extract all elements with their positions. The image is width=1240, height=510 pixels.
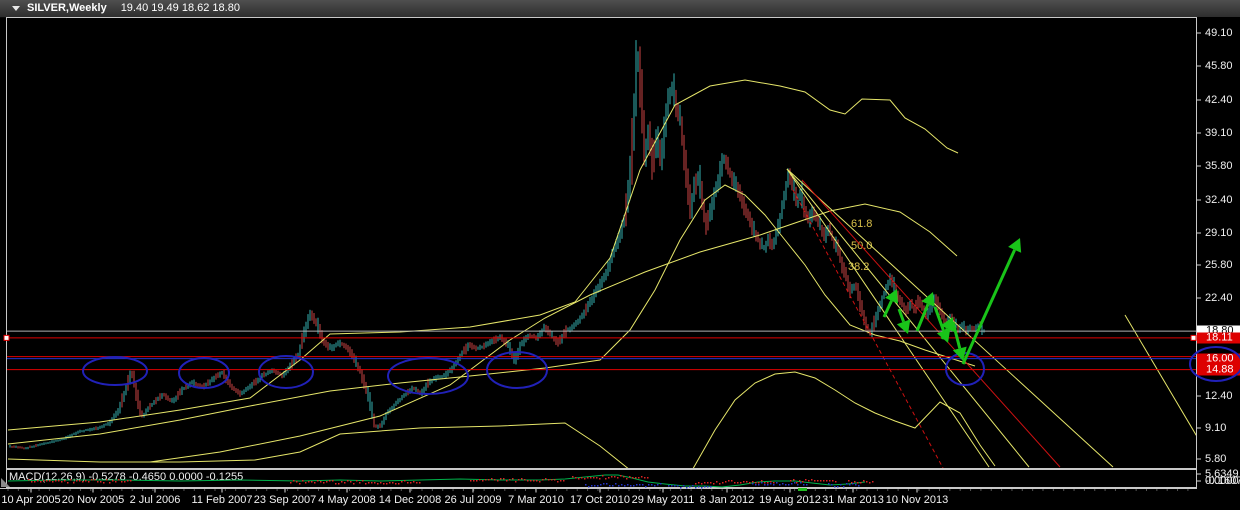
price-tick-label: 35.80 (1205, 160, 1233, 172)
date-tick-label[interactable]: 10 Apr 2005 (1, 494, 60, 506)
fib-level-label: 38.2 (848, 261, 870, 273)
price-level-box: 14.88 (1197, 364, 1240, 376)
date-tick-label[interactable]: 20 Nov 2005 (62, 494, 124, 506)
fib-level-label: 50.0 (851, 240, 873, 252)
price-tick-label: 49.10 (1205, 27, 1233, 39)
chart-canvas[interactable] (0, 0, 1240, 510)
macd-indicator-label: MACD(12,26,9) -0.5278 -0.4650 0.0000 -0.… (9, 471, 244, 483)
chart-title-bar[interactable]: SILVER,Weekly 19.40 19.49 18.62 18.80 (0, 0, 1240, 18)
ohlc-readout: 19.40 19.49 18.62 18.80 (120, 2, 240, 14)
price-tick-label: 29.10 (1205, 227, 1233, 239)
mt4-chart-window: SILVER,Weekly 19.40 19.49 18.62 18.80 49… (0, 0, 1240, 510)
date-tick-label[interactable]: 17 Oct 2010 (570, 494, 630, 506)
price-tick-label: 5.80 (1205, 453, 1227, 465)
price-tick-label: 25.80 (1205, 259, 1233, 271)
price-tick-label: 9.10 (1205, 422, 1227, 434)
date-tick-label[interactable]: 2 Jul 2006 (130, 494, 181, 506)
price-tick-label: 12.40 (1205, 390, 1233, 402)
fib-level-label: 61.8 (851, 218, 873, 230)
date-tick-label[interactable]: 11 Feb 2007 (192, 494, 253, 506)
price-level-box: 18.11 (1197, 332, 1240, 344)
price-tick-label: 45.80 (1205, 60, 1233, 72)
date-tick-label[interactable]: 23 Sep 2007 (254, 494, 316, 506)
symbol-timeframe-label: SILVER,Weekly (27, 2, 107, 14)
date-tick-label[interactable]: 31 Mar 2013 (822, 494, 884, 506)
date-tick-label[interactable]: 8 Jan 2012 (700, 494, 754, 506)
date-tick-label[interactable]: 4 May 2008 (318, 494, 375, 506)
date-tick-label[interactable]: 7 Mar 2010 (508, 494, 564, 506)
date-tick-label[interactable]: 29 May 2011 (632, 494, 695, 506)
date-tick-label[interactable]: 19 Aug 2012 (759, 494, 821, 506)
price-tick-label: 39.10 (1205, 127, 1233, 139)
price-tick-label: 22.40 (1205, 292, 1233, 304)
date-tick-label[interactable]: 26 Jul 2009 (445, 494, 502, 506)
date-tick-label[interactable]: 14 Dec 2008 (379, 494, 441, 506)
macd-tick-label: -0.1607 (1205, 475, 1240, 487)
price-tick-label: 32.40 (1205, 194, 1233, 206)
price-tick-label: 42.40 (1205, 94, 1233, 106)
date-tick-label[interactable]: 10 Nov 2013 (886, 494, 948, 506)
symbol-dropdown-icon[interactable] (12, 6, 20, 11)
